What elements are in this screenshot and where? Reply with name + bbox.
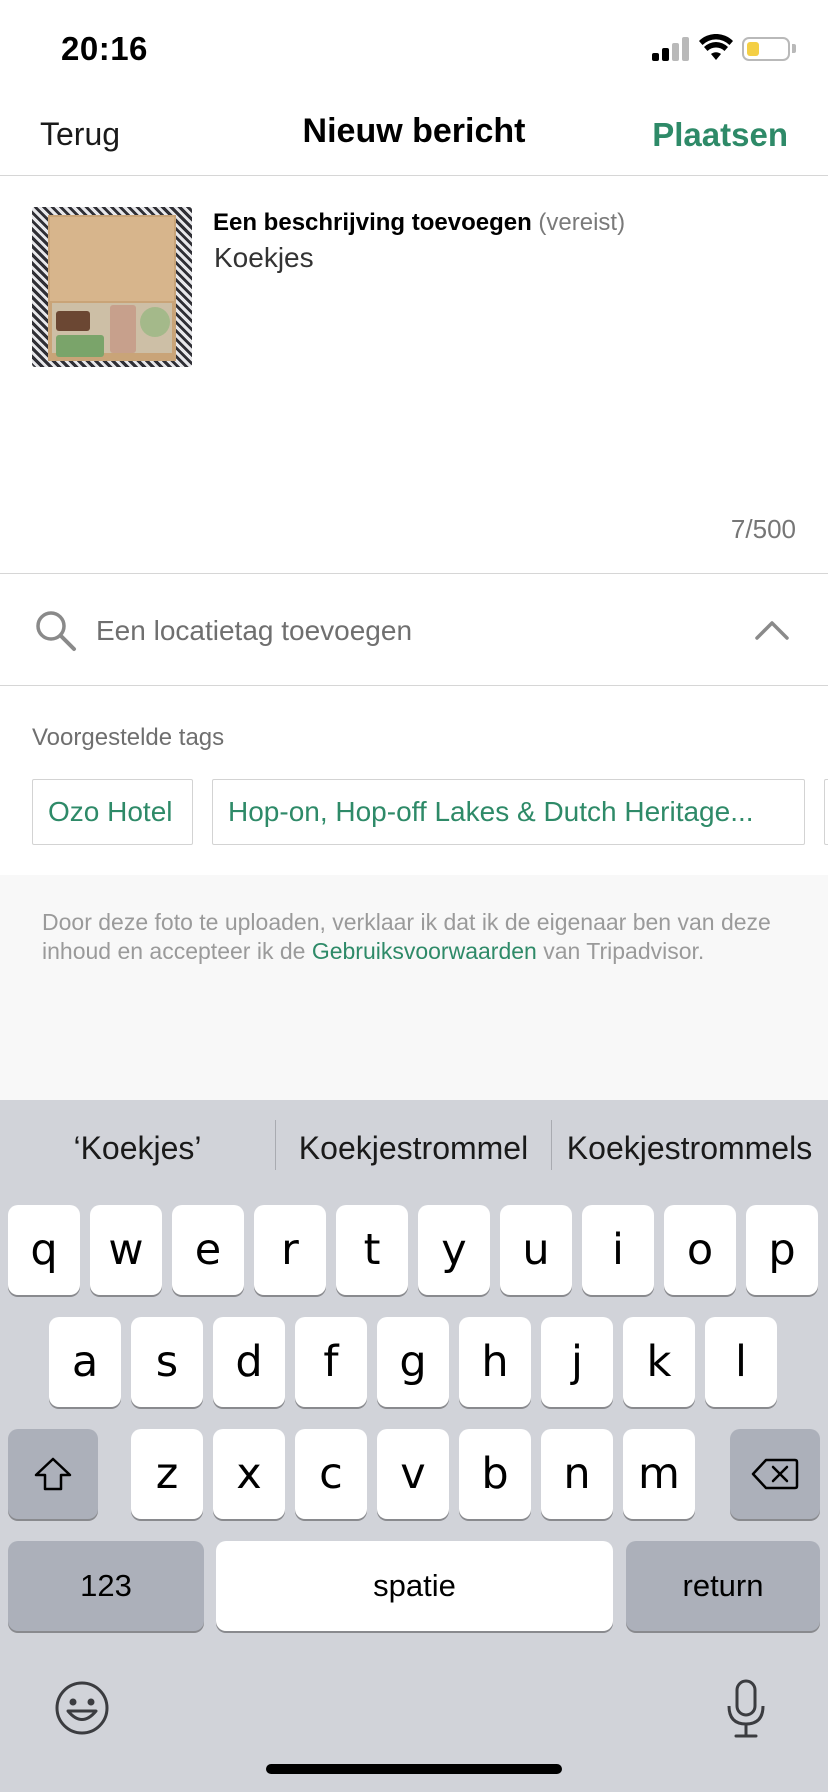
location-search-input[interactable]: Een locatietag toevoegen: [96, 615, 412, 647]
key-w[interactable]: w: [90, 1205, 162, 1295]
photo-cookie-shape: [140, 307, 170, 337]
battery-icon: [742, 37, 790, 61]
key-r[interactable]: r: [254, 1205, 326, 1295]
nav-bar: Terug Nieuw bericht Plaatsen: [0, 96, 828, 176]
key-i[interactable]: i: [582, 1205, 654, 1295]
terms-link[interactable]: Gebruiksvoorwaarden: [312, 938, 537, 964]
emoji-icon[interactable]: [54, 1680, 110, 1736]
key-g[interactable]: g: [377, 1317, 449, 1407]
photo-thumbnail[interactable]: [32, 207, 192, 367]
shift-key[interactable]: [8, 1429, 98, 1519]
key-q[interactable]: q: [8, 1205, 80, 1295]
legal-notice: Door deze foto te uploaden, verklaar ik …: [0, 875, 828, 1100]
key-t[interactable]: t: [336, 1205, 408, 1295]
cellular-signal-icon: [652, 37, 690, 61]
status-time: 20:16: [61, 30, 148, 67]
photo-lid-shape: [50, 217, 174, 301]
home-indicator[interactable]: [266, 1764, 562, 1774]
suggestion-item[interactable]: Koekjestrommel: [276, 1130, 551, 1167]
key-y[interactable]: y: [418, 1205, 490, 1295]
backspace-icon: [751, 1458, 799, 1490]
search-icon: [36, 611, 76, 651]
suggestion-item[interactable]: Koekjestrommels: [552, 1130, 827, 1167]
photo-cookie-shape: [56, 311, 90, 331]
legal-text: Door deze foto te uploaden, verklaar ik …: [42, 908, 802, 966]
description-label-text: Een beschrijving toevoegen: [213, 209, 532, 236]
key-v[interactable]: v: [377, 1429, 449, 1519]
key-o[interactable]: o: [664, 1205, 736, 1295]
chevron-up-icon[interactable]: [754, 613, 790, 643]
key-a[interactable]: a: [49, 1317, 121, 1407]
photo-cookie-shape: [56, 335, 104, 357]
description-input[interactable]: Koekjes: [214, 242, 314, 274]
space-key[interactable]: spatie: [216, 1541, 613, 1631]
suggestion-item[interactable]: ‘Koekjes’: [0, 1130, 275, 1167]
shift-icon: [34, 1457, 72, 1491]
key-u[interactable]: u: [500, 1205, 572, 1295]
key-z[interactable]: z: [131, 1429, 203, 1519]
keyboard: ‘Koekjes’ Koekjestrommel Koekjestrommels…: [0, 1100, 828, 1792]
character-counter: 7/500: [730, 514, 796, 544]
tag-chip[interactable]: Ozo Hotel: [32, 779, 193, 845]
post-button[interactable]: Plaatsen: [652, 116, 788, 154]
key-s[interactable]: s: [131, 1317, 203, 1407]
return-key[interactable]: return: [626, 1541, 820, 1631]
key-l[interactable]: l: [705, 1317, 777, 1407]
wifi-icon: [699, 34, 733, 60]
tag-chip-partial[interactable]: [824, 779, 828, 845]
battery-cap: [792, 44, 796, 53]
key-f[interactable]: f: [295, 1317, 367, 1407]
status-bar: 20:16: [0, 0, 828, 96]
key-k[interactable]: k: [623, 1317, 695, 1407]
key-m[interactable]: m: [623, 1429, 695, 1519]
key-h[interactable]: h: [459, 1317, 531, 1407]
required-note: (vereist): [538, 209, 626, 236]
suggested-tags-section: Voorgestelde tags Ozo Hotel Hop-on, Hop-…: [0, 687, 828, 875]
key-x[interactable]: x: [213, 1429, 285, 1519]
key-d[interactable]: d: [213, 1317, 285, 1407]
description-label: Een beschrijving toevoegen (vereist): [213, 209, 625, 237]
photo-cookie-shape: [110, 305, 136, 353]
location-tag-row[interactable]: Een locatietag toevoegen: [0, 575, 828, 686]
description-section: Een beschrijving toevoegen (vereist) Koe…: [0, 177, 828, 574]
key-c[interactable]: c: [295, 1429, 367, 1519]
key-j[interactable]: j: [541, 1317, 613, 1407]
battery-level: [747, 42, 759, 56]
suggested-tags-title: Voorgestelde tags: [32, 724, 225, 751]
numbers-key[interactable]: 123: [8, 1541, 204, 1631]
key-e[interactable]: e: [172, 1205, 244, 1295]
key-n[interactable]: n: [541, 1429, 613, 1519]
backspace-key[interactable]: [730, 1429, 820, 1519]
key-p[interactable]: p: [746, 1205, 818, 1295]
tag-chip[interactable]: Hop-on, Hop-off Lakes & Dutch Heritage..…: [212, 779, 805, 845]
legal-text-after: van Tripadvisor.: [543, 938, 705, 964]
key-b[interactable]: b: [459, 1429, 531, 1519]
keyboard-suggestion-bar: ‘Koekjes’ Koekjestrommel Koekjestrommels: [0, 1100, 828, 1200]
microphone-icon[interactable]: [724, 1678, 768, 1740]
